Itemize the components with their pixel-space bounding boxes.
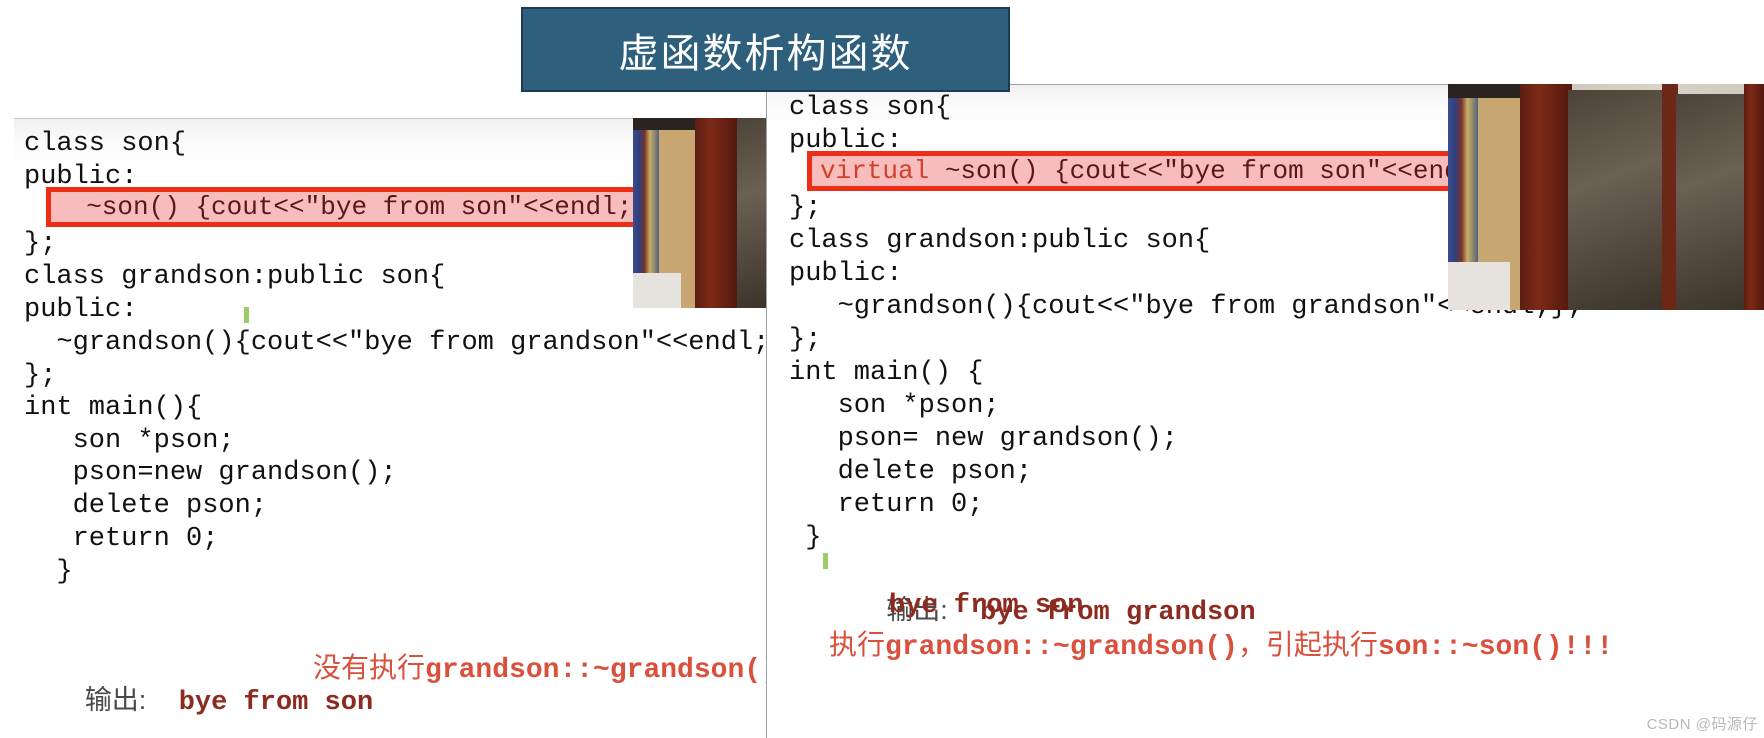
left-output-value: bye from son: [178, 688, 374, 718]
right-code-line-13: }: [789, 523, 822, 553]
right-code-line-8: int main() {: [789, 358, 984, 388]
left-code-line-4: class grandson:public son{: [24, 262, 446, 292]
left-code-line-13: }: [24, 557, 73, 587]
right-note-cjk-1: 执行: [829, 629, 886, 660]
right-code-line-4: class grandson:public son{: [789, 226, 1211, 256]
right-code-line-3: };: [789, 193, 822, 223]
left-code-line-8: int main(){: [24, 393, 203, 423]
left-code-line-5: public:: [24, 295, 138, 325]
right-note-cjk-2: ，引起执行: [1237, 629, 1378, 660]
left-code-line-12: return 0;: [24, 524, 219, 554]
virtual-keyword: virtual: [820, 156, 930, 186]
right-code-line-9: son *pson;: [789, 391, 1000, 421]
bookcase-photo-left: [633, 118, 766, 308]
csdn-watermark: CSDN @码源仔: [1646, 716, 1758, 733]
left-code-line-1: class son{: [24, 129, 187, 159]
right-code-line-11: delete pson;: [789, 457, 1033, 487]
left-code-line-7: };: [24, 361, 57, 391]
left-code-line-3: };: [24, 229, 57, 259]
right-code-line-1: class son{: [789, 93, 952, 123]
right-output-value-2: bye from son: [889, 591, 1084, 621]
left-note: 没有执行grandson::~grandson()!!!: [313, 646, 828, 686]
left-output-label: 输出:: [84, 685, 147, 715]
left-code-line-9: son *pson;: [24, 426, 235, 456]
right-code-line-5: public:: [789, 259, 903, 289]
left-code-line-11: delete pson;: [24, 491, 268, 521]
page-title: 虚函数析构函数: [618, 31, 913, 76]
right-code-line-7: };: [789, 325, 822, 355]
right-code-line-10: pson= new grandson();: [789, 424, 1178, 454]
right-note-mono-1: grandson::~grandson(): [885, 632, 1238, 663]
left-highlighted-destructor-line: ~son() {cout<<"bye from son"<<endl;};: [46, 187, 663, 227]
bookcase-photo-right: [1448, 84, 1764, 310]
right-note: 执行grandson::~grandson()，引起执行son::~son()!…: [829, 623, 1613, 663]
right-code-line-12: return 0;: [789, 490, 984, 520]
left-highlight-text: ~son() {cout<<"bye from son"<<endl;};: [55, 192, 663, 222]
right-highlight-rest: ~son() {cout<<"bye from son"<<end: [929, 156, 1460, 186]
text-caret-marker: [244, 307, 249, 323]
slide-canvas: class son{ public: }; class grandson:pub…: [0, 0, 1764, 738]
left-code-line-6: ~grandson(){cout<<"bye from grandson"<<e…: [24, 328, 766, 358]
slide-title-banner: 虚函数析构函数: [521, 7, 1010, 92]
right-highlight-text: virtual ~son() {cout<<"bye from son"<<en…: [820, 156, 1460, 186]
left-note-cjk: 没有执行: [313, 652, 426, 683]
left-code-line-10: pson=new grandson();: [24, 458, 397, 488]
right-note-mono-2: son::~son()!!!: [1377, 632, 1614, 663]
